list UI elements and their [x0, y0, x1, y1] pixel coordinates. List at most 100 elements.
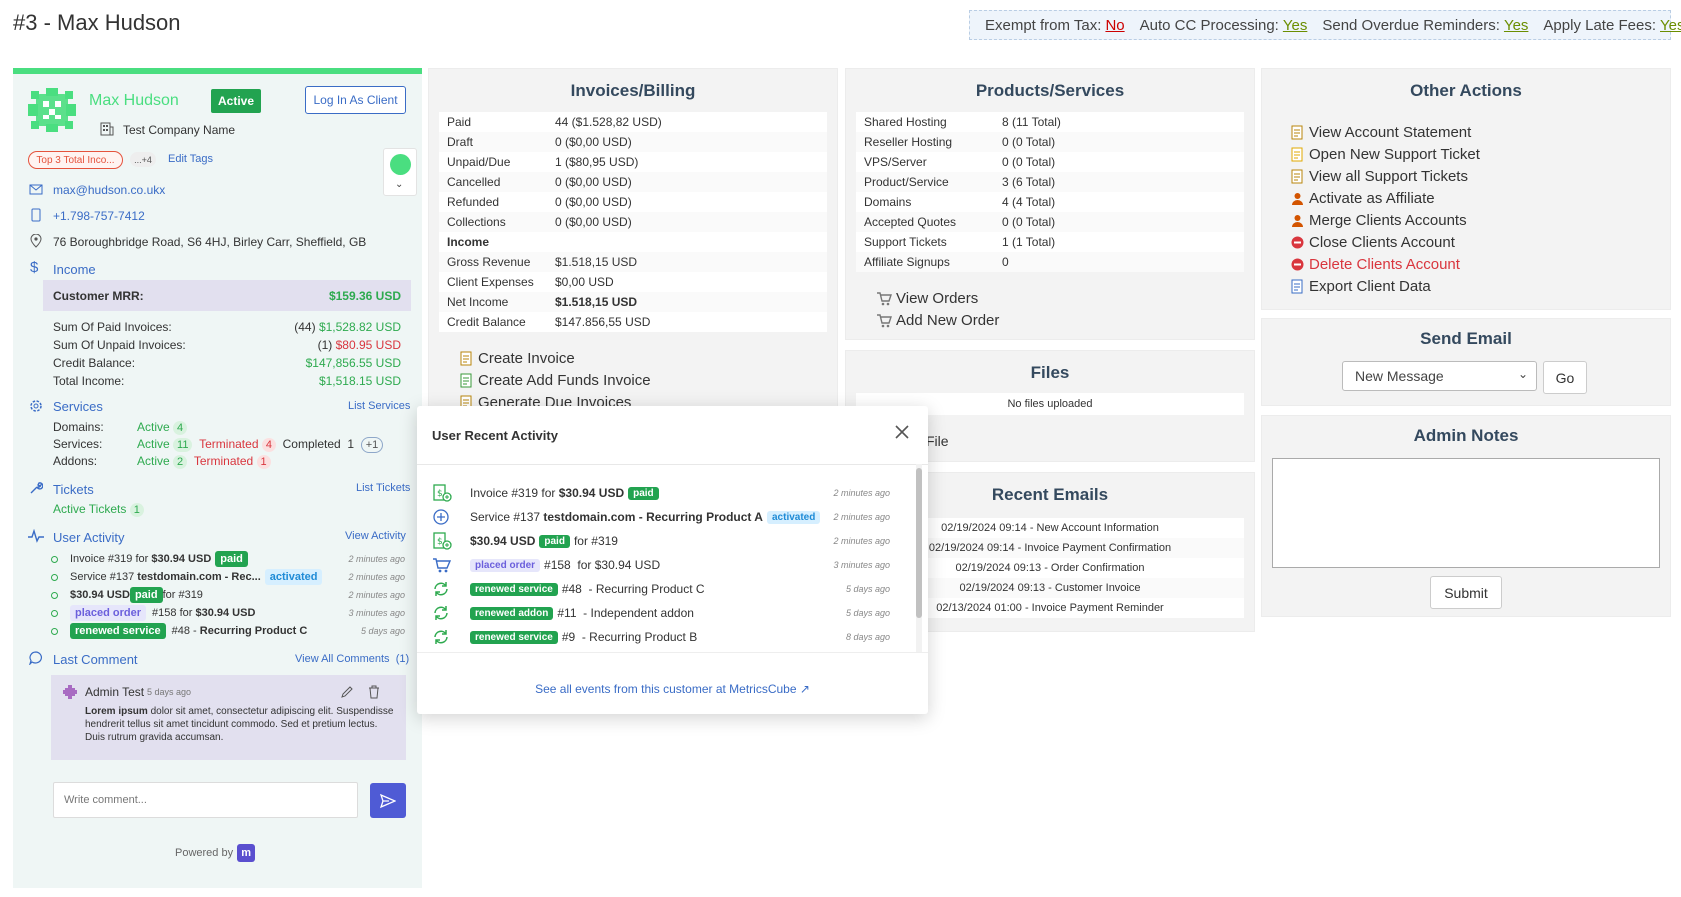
client-email[interactable]: max@hudson.co.ukx — [53, 183, 165, 197]
files-title: Files — [1030, 363, 1070, 382]
flag-value-link[interactable]: No — [1105, 17, 1124, 34]
action-link[interactable]: View Orders — [876, 287, 999, 309]
activity-subject: $30.94 USD — [470, 534, 536, 548]
cart-icon — [432, 556, 454, 574]
scrollbar-thumb[interactable] — [916, 468, 922, 618]
income-row: Sum Of Unpaid Invoices: (1) $80.95 USD — [53, 338, 401, 356]
flag-value-link[interactable]: Yes — [1504, 17, 1528, 34]
doc-icon — [1290, 125, 1305, 140]
list-services-link[interactable]: List Services — [348, 400, 410, 412]
svg-text:$: $ — [437, 489, 443, 499]
services-more-badge[interactable]: +1 — [360, 437, 384, 453]
send-comment-button[interactable] — [370, 783, 406, 818]
modal-activity-item[interactable]: $ $30.94 USD paid for #319 2 minutes ago — [417, 529, 928, 553]
addons-terminated-label[interactable]: Terminated — [194, 454, 253, 468]
status-indicator-toggle[interactable]: ⌄ — [383, 148, 417, 196]
modal-activity-item[interactable]: placed order #158 for $30.94 USD 3 minutes… — [417, 553, 928, 577]
view-activity-link[interactable]: View Activity — [345, 530, 406, 542]
submit-notes-button[interactable]: Submit — [1430, 576, 1502, 609]
row-label: Unpaid/Due — [447, 155, 511, 169]
action-link[interactable]: Activate as Affiliate — [1290, 187, 1480, 209]
action-link[interactable]: View Account Statement — [1290, 121, 1480, 143]
chevron-down-icon: ⌄ — [395, 179, 404, 190]
user-activity-title: User Activity — [53, 530, 125, 545]
comment-bold: Lorem ipsum — [85, 706, 148, 717]
action-link[interactable]: Close Clients Account — [1290, 231, 1480, 253]
income-rows: Sum Of Paid Invoices: (44) $1,528.82 USD S… — [53, 320, 401, 392]
action-link[interactable]: Open New Support Ticket — [1290, 143, 1480, 165]
active-tickets[interactable]: Active Tickets 1 — [53, 502, 144, 517]
modal-activity-item[interactable]: renewed addon #11 - Independent addon 5 da… — [417, 601, 928, 625]
add-file-link[interactable]: File — [926, 433, 949, 449]
dollar-icon: $ — [30, 259, 39, 276]
flag-value-link[interactable]: Yes — [1660, 17, 1681, 34]
services-active-label[interactable]: Active — [137, 437, 170, 451]
modal-activity-item[interactable]: renewed service #48 - Recurring Product C… — [417, 577, 928, 601]
activity-ref: Invoice #319 — [70, 553, 133, 565]
activity-tag: activated — [766, 510, 821, 524]
more-tags-badge[interactable]: ...+4 — [130, 152, 156, 167]
mrr-box: Customer MRR: $159.36 USD — [43, 280, 411, 311]
view-all-comments-link[interactable]: View All Comments (1) — [295, 653, 409, 665]
client-tag[interactable]: Top 3 Total Inco... — [28, 151, 123, 169]
activity-time: 2 minutes ago — [348, 572, 405, 582]
row-value: 44 ($1.528,82 USD) — [555, 115, 662, 129]
client-name: Max Hudson — [89, 92, 179, 109]
edit-pencil-icon[interactable] — [340, 685, 354, 699]
modal-activity-item[interactable]: Service #137 testdomain.com - Recurring … — [417, 505, 928, 529]
table-row: Gross Revenue $1.518,15 USD — [439, 252, 827, 272]
metricscube-events-link[interactable]: See all events from this customer at Met… — [417, 682, 928, 696]
services-terminated-label[interactable]: Terminated — [199, 437, 258, 451]
table-row: Shared Hosting 8 (11 Total) — [856, 112, 1244, 132]
invoices-billing-panel: Invoices/Billing Paid 44 ($1.528,82 USD) D… — [428, 68, 838, 411]
admin-notes-title: Admin Notes — [1413, 426, 1519, 445]
services-completed-label[interactable]: Completed — [283, 437, 341, 451]
activity-item[interactable]: $30.94 USD paid for #319 2 minutes ago — [51, 586, 407, 604]
action-link[interactable]: Create Add Funds Invoice — [459, 369, 651, 391]
action-link[interactable]: Export Client Data — [1290, 275, 1480, 297]
client-phone[interactable]: +1.798-757-7412 — [53, 209, 145, 223]
list-tickets-link[interactable]: List Tickets — [356, 482, 410, 494]
activity-item[interactable]: renewed service #48 - Recurring Product C… — [51, 622, 407, 640]
row-label: Reseller Hosting — [864, 135, 953, 149]
row-value: 1 ($80,95 USD) — [555, 155, 639, 169]
admin-notes-textarea[interactable] — [1272, 458, 1660, 568]
comment-author: Admin Test — [85, 685, 145, 699]
row-label: Credit Balance — [447, 315, 526, 329]
domains-active-label[interactable]: Active — [137, 420, 170, 434]
modal-activity-item[interactable]: $ Invoice #319 for $30.94 USD paid 2 minute… — [417, 481, 928, 505]
action-link[interactable]: Create Invoice — [459, 347, 651, 369]
action-link[interactable]: Delete Clients Account — [1290, 253, 1480, 275]
activity-time: 5 days ago — [360, 626, 405, 636]
income-title: Income — [53, 262, 96, 277]
login-as-client-button[interactable]: Log In As Client — [305, 86, 406, 114]
activity-ref: Service #137 — [70, 571, 135, 583]
flag-value-link[interactable]: Yes — [1283, 17, 1307, 34]
activity-time: 3 minutes ago — [833, 560, 890, 570]
activity-item[interactable]: placed order #158 for $30.94 USD 3 minutes… — [51, 604, 407, 622]
email-template-selected: New Message — [1355, 368, 1444, 384]
activity-detail: #48 - Recurring Product C — [561, 582, 705, 596]
modal-scrollbar[interactable] — [916, 464, 922, 652]
activity-time: 2 minutes ago — [348, 590, 405, 600]
trash-icon[interactable] — [367, 685, 381, 699]
go-button[interactable]: Go — [1543, 361, 1587, 394]
row-label: Net Income — [447, 295, 509, 309]
addons-active-label[interactable]: Active — [137, 454, 170, 468]
income-value-group: $147,856.55 USD — [306, 356, 401, 374]
edit-tags-link[interactable]: Edit Tags — [168, 153, 213, 165]
activity-item[interactable]: Invoice #319 for $30.94 USD paid 2 minute… — [51, 550, 407, 568]
comment-input[interactable]: Write comment... — [53, 782, 358, 818]
close-icon[interactable] — [894, 424, 910, 440]
income-value: $1,528.82 USD — [318, 320, 401, 334]
modal-activity-item[interactable]: renewed service #9 - Recurring Product B 8… — [417, 625, 928, 647]
modal-footer-divider — [417, 652, 928, 653]
action-link[interactable]: Add New Order — [876, 309, 999, 331]
action-link[interactable]: Merge Clients Accounts — [1290, 209, 1480, 231]
products-title: Products/Services — [975, 81, 1125, 100]
action-link[interactable]: View all Support Tickets — [1290, 165, 1480, 187]
metricscube-logo-icon[interactable]: m — [237, 844, 256, 862]
activity-ref: #48 — [171, 625, 190, 637]
email-template-select[interactable]: New Message ⌄ — [1342, 361, 1537, 391]
activity-item[interactable]: Service #137 testdomain.com - Rec... act… — [51, 568, 407, 586]
